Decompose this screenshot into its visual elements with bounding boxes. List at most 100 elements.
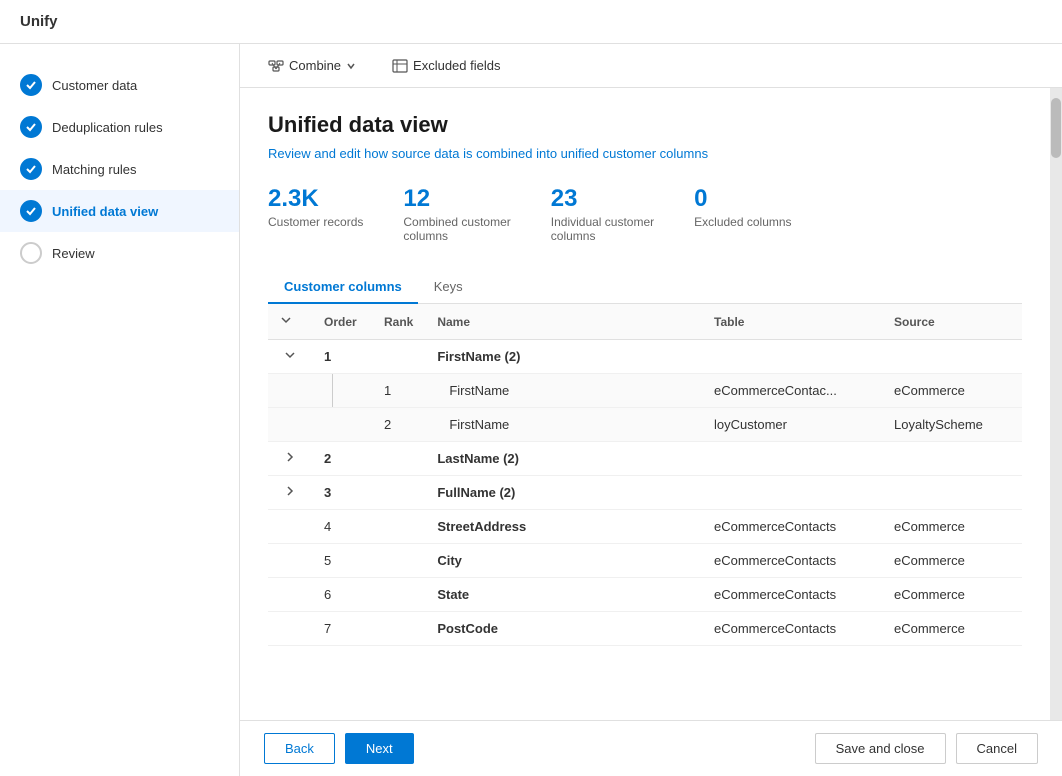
stat-customer-records: 2.3K Customer records: [268, 185, 363, 243]
stats-row: 2.3K Customer records 12 Combined custom…: [268, 185, 1022, 243]
stat-individual-columns: 23 Individual customercolumns: [551, 185, 654, 243]
table-header-row: Order Rank Name Table Source: [268, 304, 1022, 340]
child-order-empty: [312, 374, 372, 408]
table-cell-firstname: [702, 340, 882, 374]
combine-label: Combine: [289, 58, 341, 73]
col-header-rank: Rank: [372, 304, 425, 340]
table-cell-state: eCommerceContacts: [702, 578, 882, 612]
expand-button-fullname[interactable]: [280, 485, 300, 500]
table-cell-postcode: eCommerceContacts: [702, 612, 882, 646]
toolbar: Combine Excluded fields: [240, 44, 1062, 88]
stat-number-individual: 23: [551, 185, 578, 213]
table-row: 6 State eCommerceContacts eCommerce: [268, 578, 1022, 612]
expand-button-lastname[interactable]: [280, 451, 300, 466]
tab-keys[interactable]: Keys: [418, 271, 479, 304]
name-cell-postcode: PostCode: [425, 612, 702, 646]
content-area: Combine Excluded fields Unified data vie…: [240, 44, 1062, 776]
combine-button[interactable]: Combine: [260, 54, 364, 78]
scroll-thumb[interactable]: [1051, 98, 1061, 158]
next-button[interactable]: Next: [345, 733, 414, 764]
expand-cell-lastname[interactable]: [268, 442, 312, 476]
col-header-name: Name: [425, 304, 702, 340]
app-title: Unify: [20, 13, 58, 30]
table-cell-city: eCommerceContacts: [702, 544, 882, 578]
child-order-empty-2: [312, 408, 372, 442]
table-row: 3 FullName (2): [268, 476, 1022, 510]
source-cell-lastname: [882, 442, 1022, 476]
rank-cell-state: [372, 578, 425, 612]
chevron-down-icon: [346, 61, 356, 71]
expand-button-firstname[interactable]: [280, 349, 300, 364]
child-source-firstname-2: LoyaltyScheme: [882, 408, 1022, 442]
source-cell-postcode: eCommerce: [882, 612, 1022, 646]
name-cell-state: State: [425, 578, 702, 612]
source-cell-state: eCommerce: [882, 578, 1022, 612]
source-cell-fullname: [882, 476, 1022, 510]
table-cell-lastname: [702, 442, 882, 476]
source-cell-city: eCommerce: [882, 544, 1022, 578]
child-table-firstname-1: eCommerceContac...: [702, 374, 882, 408]
rank-cell-postcode: [372, 612, 425, 646]
table-row: 1 FirstName eCommerceContac... eCommerce: [268, 374, 1022, 408]
table-row: 2 FirstName loyCustomer LoyaltyScheme: [268, 408, 1022, 442]
stat-excluded-columns: 0 Excluded columns: [694, 185, 791, 243]
sidebar-item-unified-data-view[interactable]: Unified data view: [0, 190, 239, 232]
tabs-row: Customer columns Keys: [268, 271, 1022, 304]
child-rank-firstname-2: 2: [372, 408, 425, 442]
bottom-right: Save and close Cancel: [815, 733, 1038, 764]
save-close-button[interactable]: Save and close: [815, 733, 946, 764]
table-row: 4 StreetAddress eCommerceContacts eComme…: [268, 510, 1022, 544]
source-cell-firstname: [882, 340, 1022, 374]
expand-cell-city: [268, 544, 312, 578]
sidebar-item-customer-data[interactable]: Customer data: [0, 64, 239, 106]
rank-cell-firstname: [372, 340, 425, 374]
data-table: Order Rank Name Table Source: [268, 304, 1022, 646]
page-subtitle: Review and edit how source data is combi…: [268, 146, 1022, 161]
order-cell-fullname: 3: [312, 476, 372, 510]
main-layout: Customer data Deduplication rules Matchi…: [0, 44, 1062, 776]
table-row: 7 PostCode eCommerceContacts eCommerce: [268, 612, 1022, 646]
sidebar-label-dedup: Deduplication rules: [52, 120, 163, 135]
child-rank-firstname-1: 1: [372, 374, 425, 408]
sidebar: Customer data Deduplication rules Matchi…: [0, 44, 240, 776]
name-cell-fullname: FullName (2): [425, 476, 702, 510]
stat-label-combined: Combined customercolumns: [403, 215, 510, 243]
scroll-track[interactable]: [1050, 88, 1062, 720]
table-cell-street: eCommerceContacts: [702, 510, 882, 544]
rank-cell-city: [372, 544, 425, 578]
col-header-source: Source: [882, 304, 1022, 340]
col-header-order: Order: [312, 304, 372, 340]
expand-cell-fullname[interactable]: [268, 476, 312, 510]
excluded-fields-icon: [392, 58, 408, 74]
stat-number-records: 2.3K: [268, 185, 319, 213]
sidebar-label-matching: Matching rules: [52, 162, 137, 177]
top-bar: Unify: [0, 0, 1062, 44]
sidebar-item-review[interactable]: Review: [0, 232, 239, 274]
col-header-expand: [268, 304, 312, 340]
child-name-firstname-1: FirstName: [425, 374, 702, 408]
order-cell-street: 4: [312, 510, 372, 544]
rank-cell-street: [372, 510, 425, 544]
order-cell-postcode: 7: [312, 612, 372, 646]
child-source-firstname-1: eCommerce: [882, 374, 1022, 408]
order-cell-lastname: 2: [312, 442, 372, 476]
step-indicator-review: [20, 242, 42, 264]
stat-label-excluded: Excluded columns: [694, 215, 791, 229]
expand-cell[interactable]: [268, 340, 312, 374]
stat-combined-columns: 12 Combined customercolumns: [403, 185, 510, 243]
rank-cell-lastname: [372, 442, 425, 476]
order-cell-firstname: 1: [312, 340, 372, 374]
sidebar-item-matching-rules[interactable]: Matching rules: [0, 148, 239, 190]
table-row: 2 LastName (2): [268, 442, 1022, 476]
name-cell-lastname: LastName (2): [425, 442, 702, 476]
tab-customer-columns[interactable]: Customer columns: [268, 271, 418, 304]
back-button[interactable]: Back: [264, 733, 335, 764]
child-expand-empty: [268, 374, 312, 408]
excluded-fields-button[interactable]: Excluded fields: [384, 54, 508, 78]
cancel-button[interactable]: Cancel: [956, 733, 1038, 764]
step-indicator-customer-data: [20, 74, 42, 96]
name-cell-firstname: FirstName (2): [425, 340, 702, 374]
col-header-table: Table: [702, 304, 882, 340]
sidebar-item-deduplication-rules[interactable]: Deduplication rules: [0, 106, 239, 148]
sidebar-label-unified: Unified data view: [52, 204, 158, 219]
